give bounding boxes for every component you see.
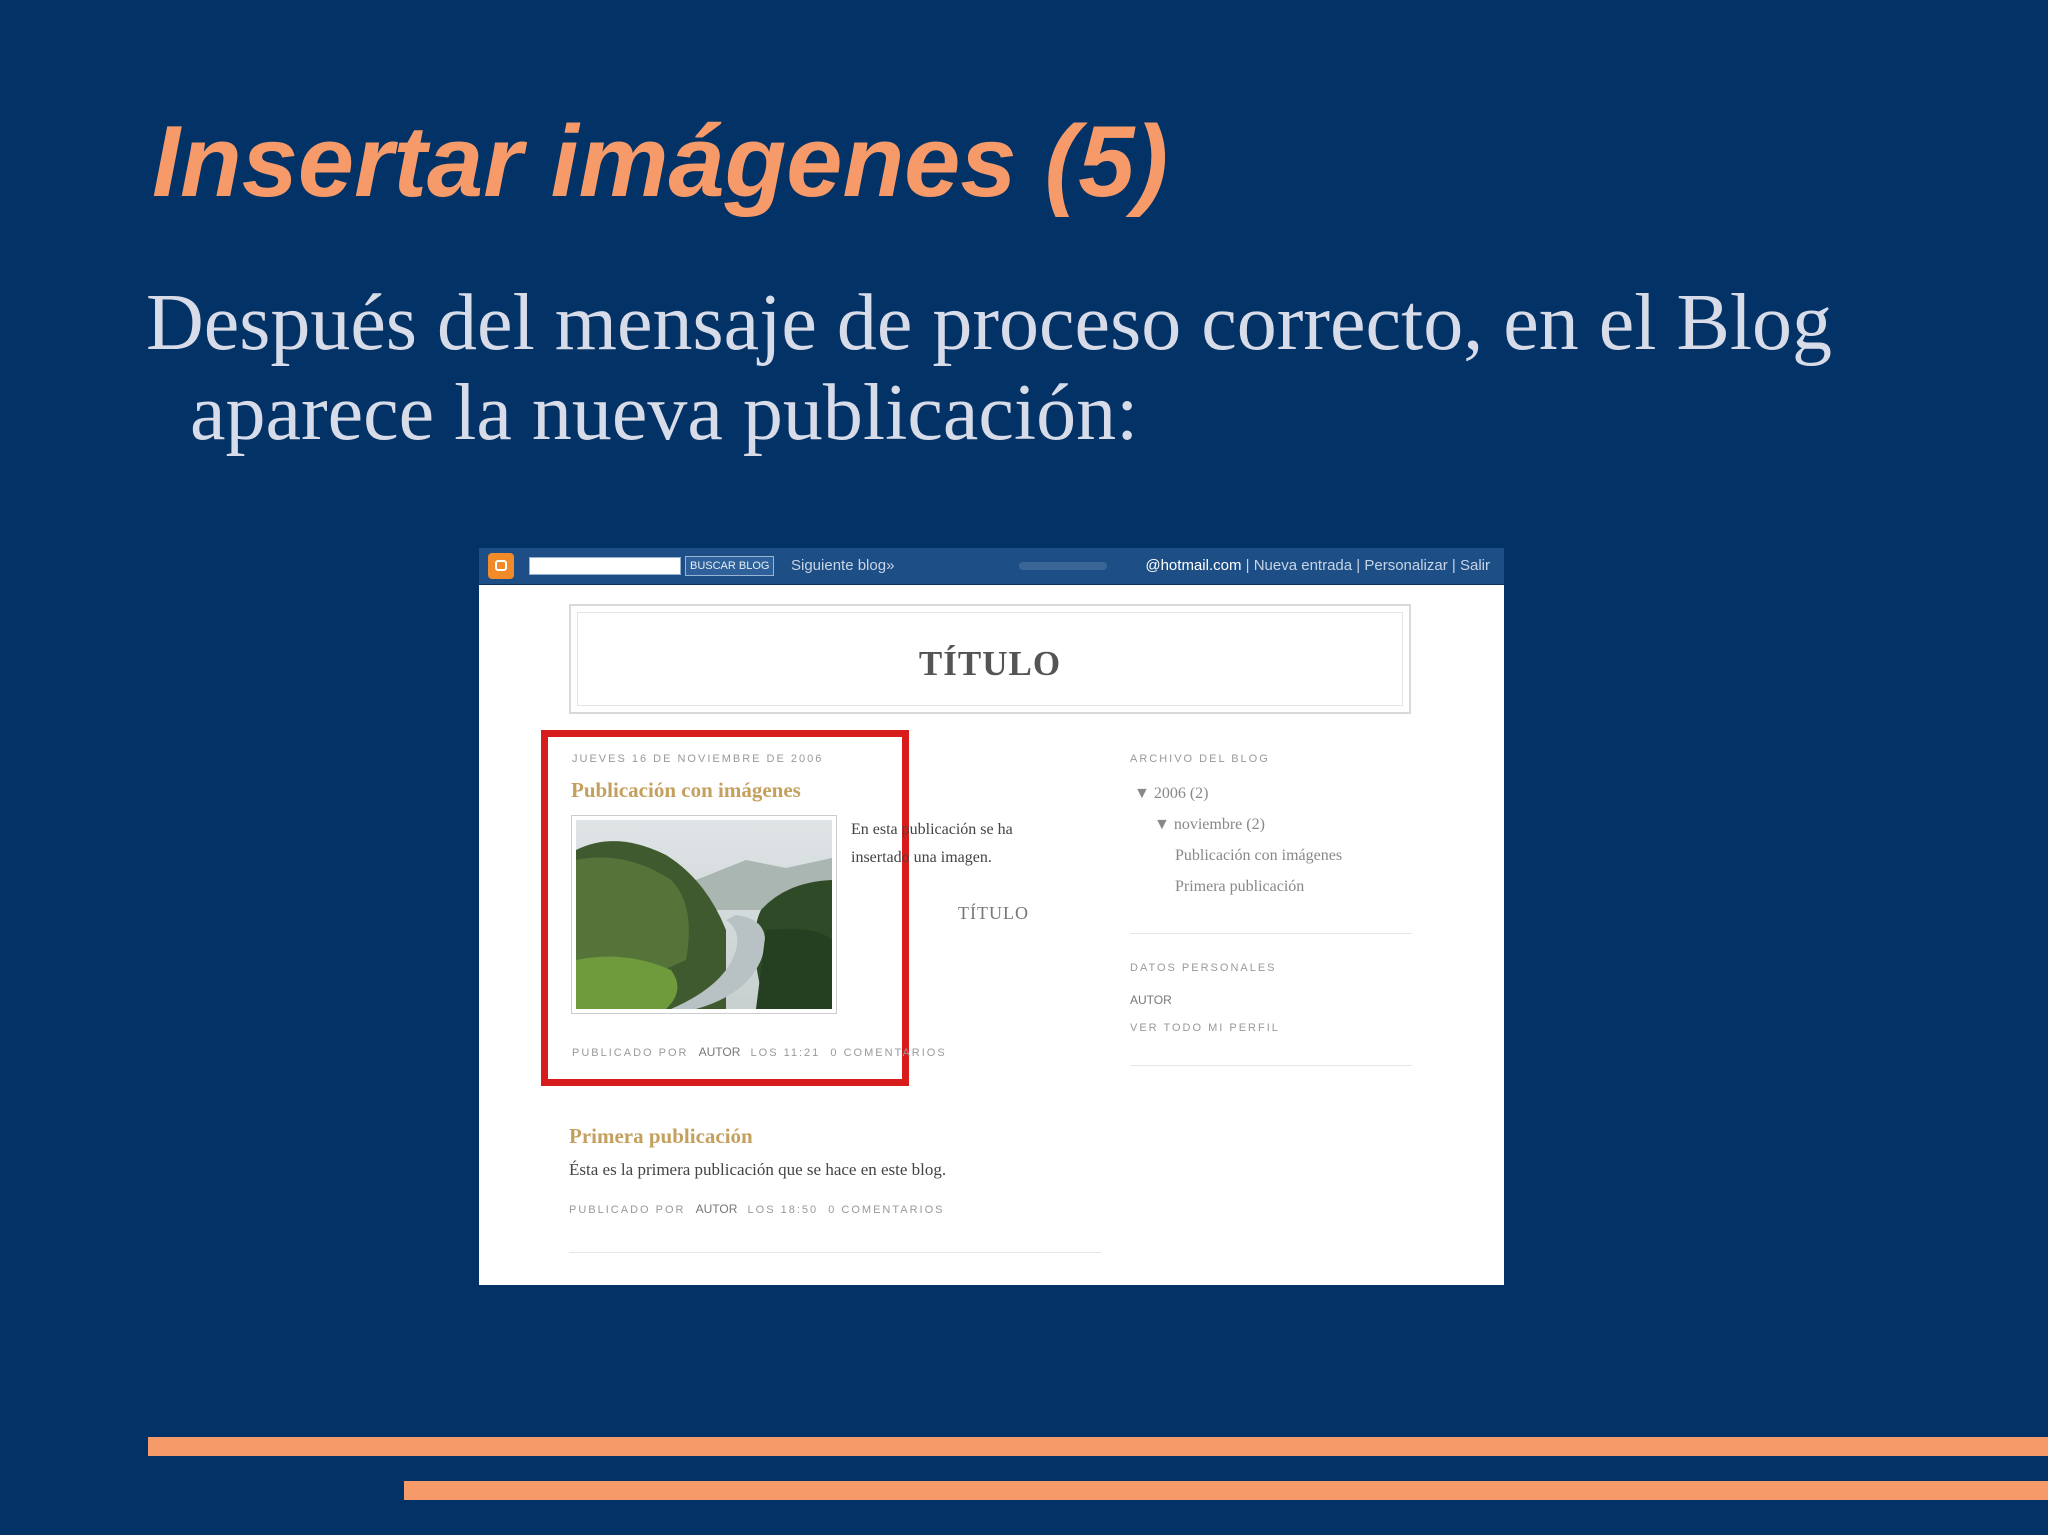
river-landscape-image [576, 820, 832, 1009]
post-text: En esta publicación se ha insertado una … [851, 821, 1013, 866]
post-author[interactable]: AUTOR [699, 1045, 741, 1059]
blog-screenshot: BUSCAR BLOG Siguiente blog» @hotmail.com… [479, 548, 1504, 1285]
post-comments-link[interactable]: 0 COMENTARIOS [830, 1047, 946, 1059]
profile-heading: DATOS PERSONALES [1130, 962, 1277, 974]
next-blog-link[interactable]: Siguiente blog» [791, 557, 894, 574]
posted-by-label: PUBLICADO POR [572, 1047, 689, 1059]
post2-author[interactable]: AUTOR [696, 1202, 738, 1216]
accent-bar-bottom [404, 1481, 2048, 1500]
view-profile-link[interactable]: VER TODO MI PERFIL [1130, 1022, 1280, 1034]
post-time[interactable]: LOS 11:21 [751, 1047, 821, 1059]
sidebar-divider [1130, 1065, 1412, 1066]
search-blog-button[interactable]: BUSCAR BLOG [685, 556, 775, 576]
user-email: @hotmail.com [1145, 557, 1242, 574]
archive-tree: ▼ 2006 (2) ▼ noviembre (2) Publicación c… [1134, 778, 1342, 902]
search-blog-input[interactable] [529, 557, 681, 575]
archive-heading: ARCHIVO DEL BLOG [1130, 753, 1270, 765]
separator: | [1356, 557, 1361, 574]
post-title[interactable]: Publicación con imágenes [571, 778, 801, 803]
posted-by-label: PUBLICADO POR [569, 1204, 686, 1216]
customize-link[interactable]: Personalizar [1364, 557, 1447, 574]
post2-footer: PUBLICADO POR AUTOR LOS 18:50 0 COMENTAR… [569, 1202, 945, 1216]
archive-month[interactable]: ▼ noviembre (2) [1154, 809, 1342, 840]
archive-post-link[interactable]: Primera publicación [1175, 871, 1342, 902]
new-post-link[interactable]: Nueva entrada [1254, 557, 1352, 574]
sidebar-divider [1130, 933, 1412, 934]
archive-year[interactable]: ▼ 2006 (2) [1134, 778, 1342, 809]
separator: | [1451, 557, 1456, 574]
blogger-logo-icon[interactable] [488, 553, 514, 579]
navbar-user-links: @hotmail.com | Nueva entrada | Personali… [1145, 557, 1490, 574]
post-footer: PUBLICADO POR AUTOR LOS 11:21 0 COMENTAR… [572, 1045, 947, 1059]
post2-title[interactable]: Primera publicación [569, 1124, 753, 1149]
post2-text: Ésta es la primera publicación que se ha… [569, 1160, 947, 1179]
post-signature: TÍTULO [958, 903, 1029, 923]
accent-bar-top [148, 1437, 2048, 1456]
blurred-email [1019, 562, 1107, 570]
archive-post-link[interactable]: Publicación con imágenes [1175, 840, 1342, 871]
slide-body: Después del mensaje de proceso correcto,… [146, 278, 2048, 458]
blogger-navbar: BUSCAR BLOG Siguiente blog» @hotmail.com… [479, 548, 1504, 585]
blog-title[interactable]: TÍTULO [571, 644, 1409, 684]
slide-title: Insertar imágenes (5) [152, 106, 1169, 218]
profile-author[interactable]: AUTOR [1130, 993, 1172, 1007]
body-line-1: Después del mensaje de proceso correcto,… [146, 279, 1833, 367]
post2-divider [569, 1252, 1101, 1253]
sign-out-link[interactable]: Salir [1460, 557, 1490, 574]
post2-comments-link[interactable]: 0 COMENTARIOS [828, 1204, 944, 1216]
body-line-2: aparece la nueva publicación: [190, 369, 1139, 457]
post2-time[interactable]: LOS 18:50 [748, 1204, 819, 1216]
post-image[interactable] [571, 815, 837, 1014]
blog-header: TÍTULO [569, 604, 1411, 714]
separator: | [1245, 557, 1250, 574]
post-date: JUEVES 16 DE NOVIEMBRE DE 2006 [572, 753, 824, 765]
